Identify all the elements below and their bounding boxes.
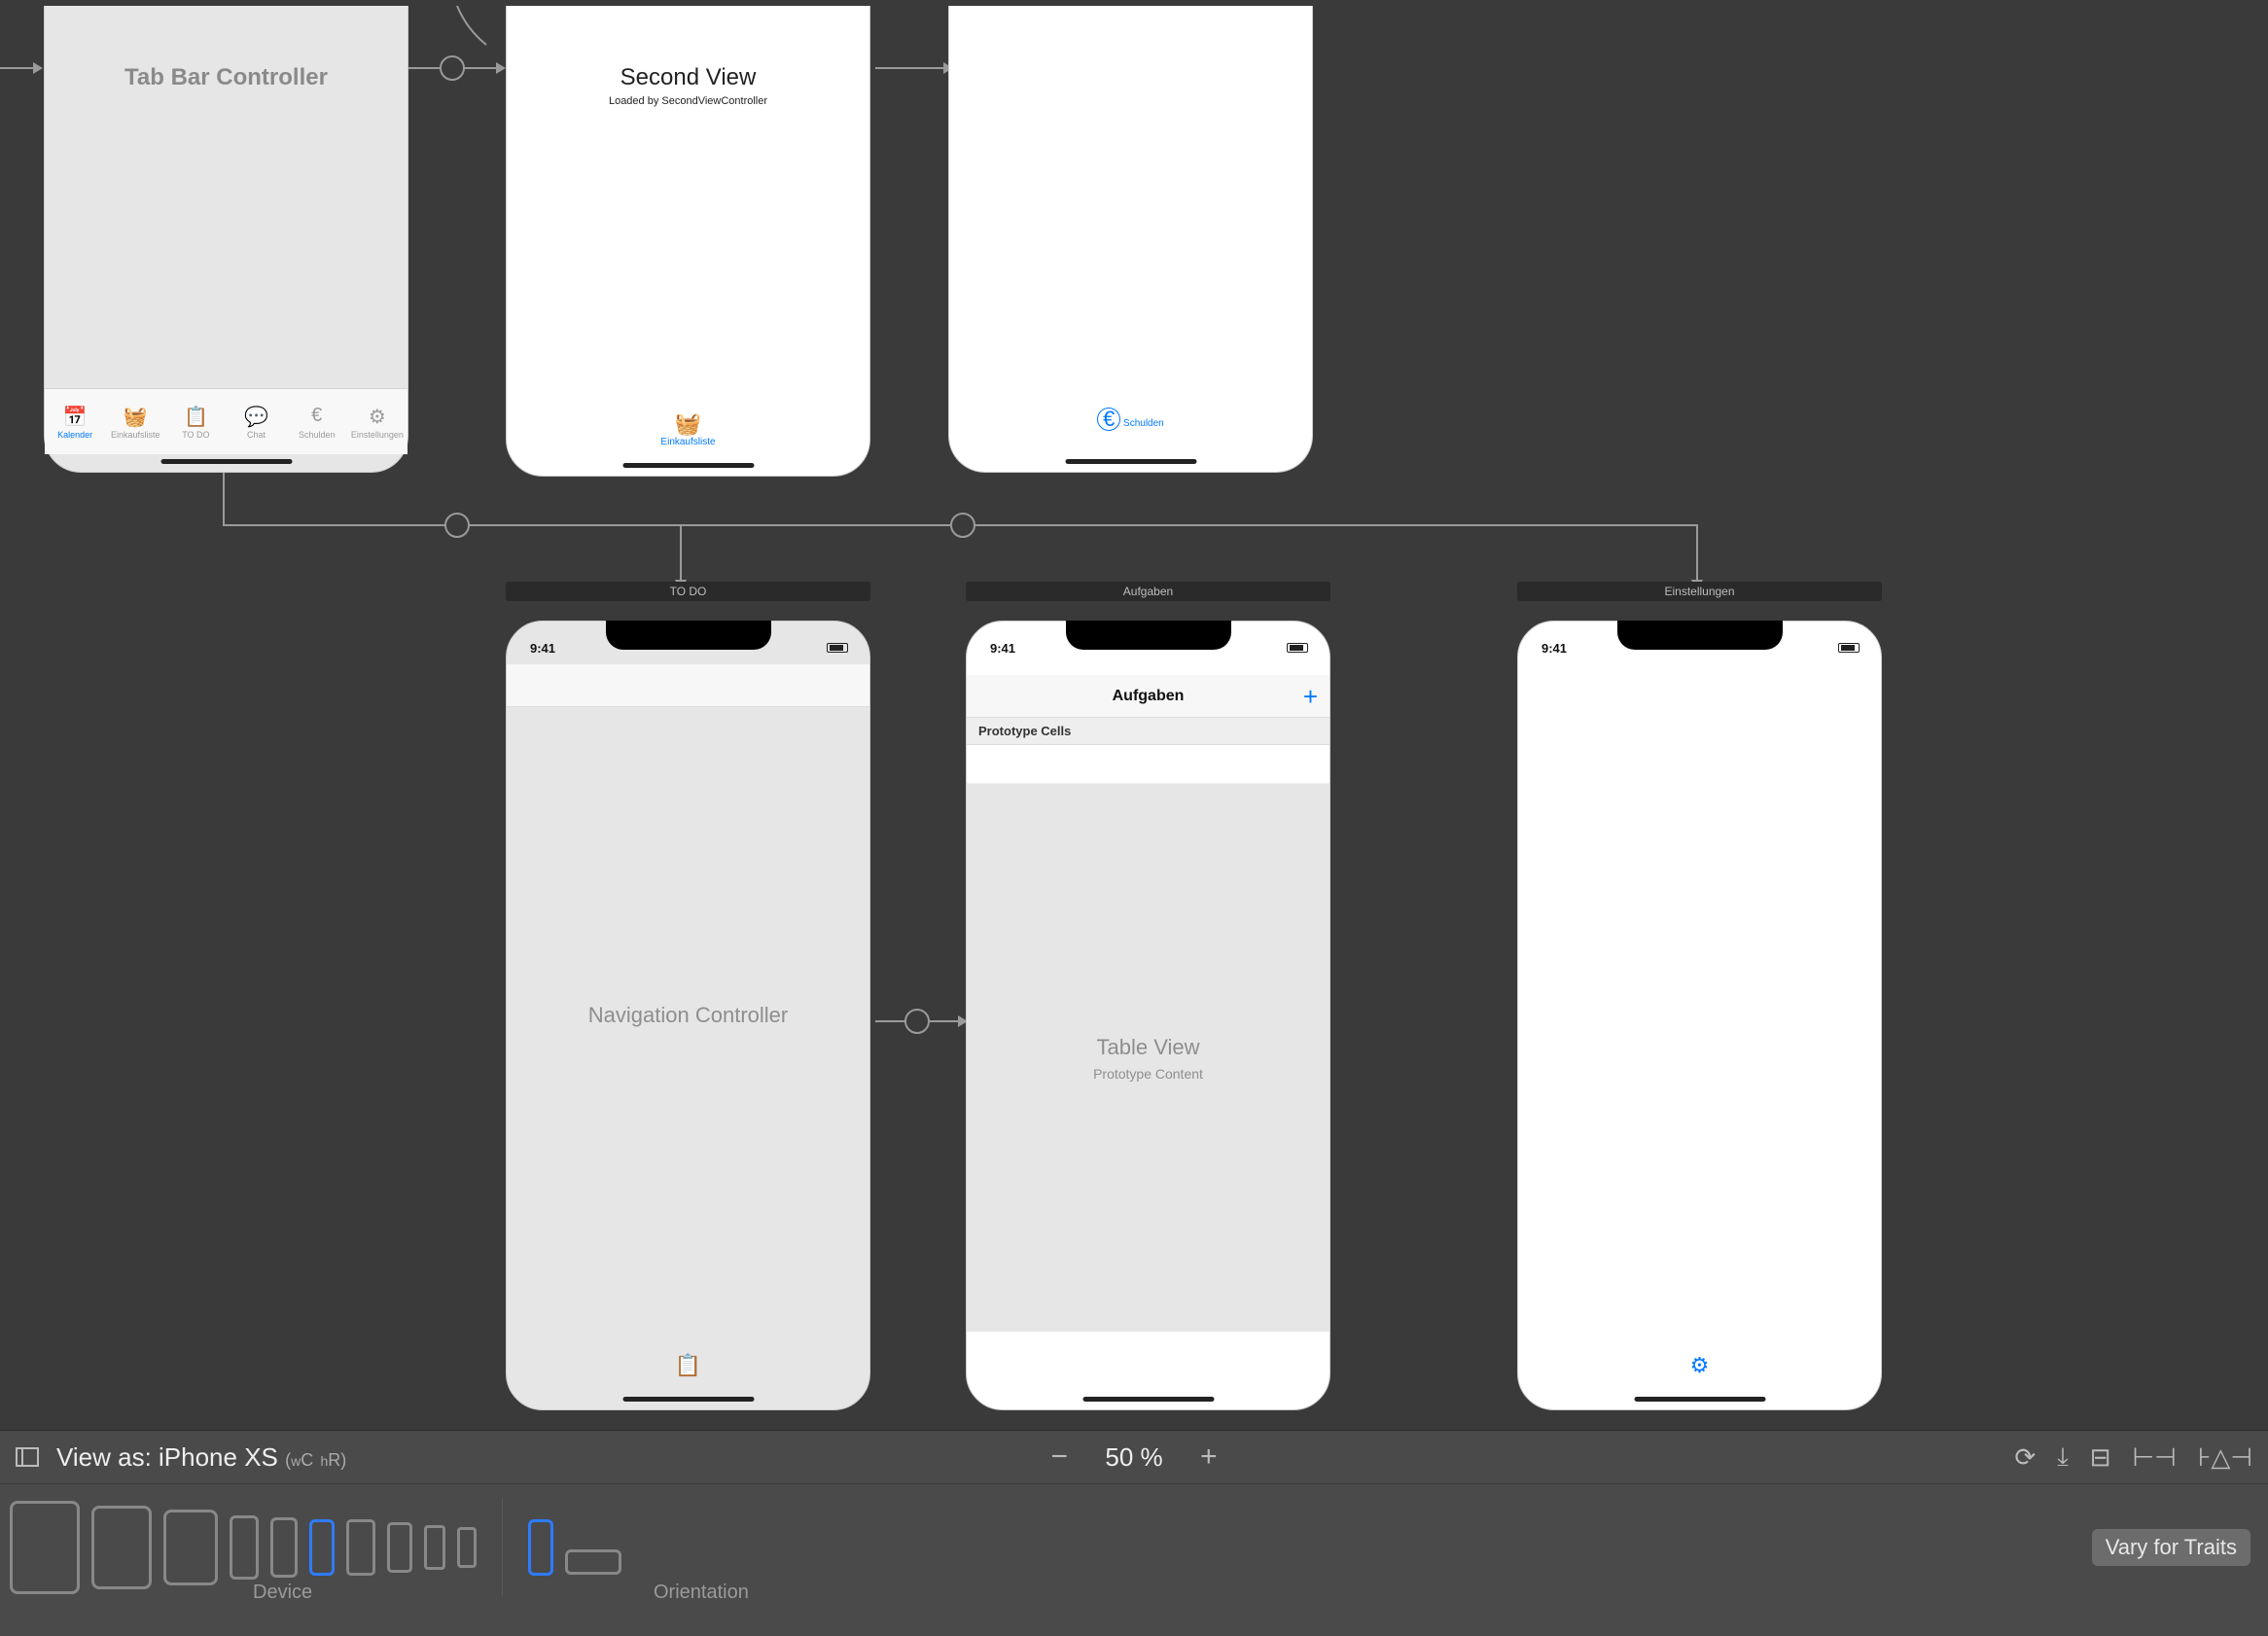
basket-icon: 🧺: [507, 411, 869, 437]
trait-bar: View as: iPhone XS (wC hR) − 50 % + ⟳ ⤓ …: [0, 1430, 2268, 1636]
status-time: 9:41: [530, 641, 555, 656]
battery-icon: [1287, 643, 1308, 653]
tab-einkaufsliste[interactable]: 🧺 Einkaufsliste: [507, 411, 869, 460]
storyboard-canvas[interactable]: Tab Bar Controller 📅 Kalender 🧺 Einkaufs…: [0, 0, 2268, 1430]
tab-todo[interactable]: 📋 TO DO: [167, 405, 224, 440]
basket-icon: 🧺: [107, 405, 163, 428]
tab-kalender[interactable]: 📅 Kalender: [47, 405, 103, 440]
refresh-preview-icon[interactable]: ⟳: [2014, 1442, 2036, 1473]
second-view-title: Second View: [507, 64, 869, 91]
tab-label: Schulden: [1123, 418, 1164, 429]
device-ipad-pro-12[interactable]: [10, 1501, 80, 1594]
tableview-label: Table View Prototype Content: [967, 1035, 1329, 1082]
device-iphone-se[interactable]: [424, 1525, 445, 1570]
tab-label: TO DO: [167, 430, 224, 440]
document-outline-toggle[interactable]: [16, 1447, 39, 1467]
scene-secondview[interactable]: Second View Loaded by SecondViewControll…: [506, 6, 870, 477]
device-iphone-8-plus[interactable]: [346, 1519, 375, 1576]
nav-bar: Aufgaben +: [967, 675, 1329, 718]
notch: [1617, 621, 1783, 650]
device-ipad[interactable]: [163, 1510, 218, 1585]
device-iphone-8[interactable]: [387, 1522, 412, 1573]
controller-label: Navigation Controller: [507, 1003, 869, 1028]
table-body: Table View Prototype Content: [967, 784, 1329, 1332]
nav-title: Aufgaben: [1113, 688, 1185, 704]
tab-chat[interactable]: 💬 Chat: [229, 405, 285, 440]
table-footer: [967, 1332, 1329, 1370]
trait-bar-row1: View as: iPhone XS (wC hR) − 50 % + ⟳ ⤓ …: [0, 1431, 2268, 1483]
nav-bar-empty: [507, 664, 869, 707]
separator: [502, 1499, 503, 1596]
view-as-label[interactable]: View as: iPhone XS (wC hR): [56, 1442, 346, 1473]
home-indicator: [622, 463, 754, 468]
tab-schulden[interactable]: € Schulden: [289, 405, 345, 440]
tab-todo[interactable]: 📋: [507, 1353, 869, 1402]
tab-einstellungen[interactable]: ⚙︎: [1518, 1353, 1881, 1402]
zoom-out-button[interactable]: −: [1050, 1440, 1068, 1474]
tab-einstellungen[interactable]: ⚙︎ Einstellungen: [349, 405, 406, 440]
device-caption: Device: [253, 1582, 312, 1604]
device-iphone-4s[interactable]: [457, 1527, 477, 1568]
euro-icon: €: [1097, 408, 1120, 431]
device-ipad-pro-11[interactable]: [91, 1506, 152, 1589]
vary-for-traits-button[interactable]: Vary for Traits: [2092, 1529, 2250, 1566]
tab-label: Kalender: [47, 430, 103, 440]
calendar-icon: 📅: [47, 405, 103, 428]
orientation-landscape[interactable]: [565, 1549, 621, 1575]
battery-icon: [827, 643, 848, 653]
scene-header-todo[interactable]: TO DO: [506, 582, 870, 601]
clipboard-icon: 📋: [167, 405, 224, 428]
tab-label: Einstellungen: [349, 430, 406, 440]
scene-header-aufgaben[interactable]: Aufgaben: [966, 582, 1330, 601]
tab-einkaufsliste[interactable]: 🧺 Einkaufsliste: [107, 405, 163, 440]
embed-in-icon[interactable]: ⤓: [2057, 1441, 2069, 1473]
pin-constraints-icon[interactable]: ⊢⊣: [2133, 1442, 2177, 1473]
gear-icon: ⚙︎: [349, 405, 406, 428]
euro-icon: €: [289, 405, 345, 428]
orientation-portrait[interactable]: [528, 1519, 553, 1576]
status-time: 9:41: [990, 641, 1015, 656]
scene-aufgaben[interactable]: 9:41 Aufgaben + Prototype Cells Table Vi…: [966, 621, 1330, 1410]
clipboard-icon: 📋: [507, 1353, 869, 1378]
tab-label: Chat: [229, 430, 285, 440]
zoom-value[interactable]: 50 %: [1095, 1442, 1173, 1473]
notch: [606, 621, 771, 650]
tab-schulden[interactable]: € Schulden: [949, 408, 1312, 456]
home-indicator: [1065, 459, 1196, 464]
home-indicator: [160, 459, 292, 464]
device-iphone-xs-max[interactable]: [230, 1515, 259, 1580]
device-picker-row: Device Orientation Vary for Traits: [0, 1483, 2268, 1610]
scene-navigationcontroller[interactable]: 9:41 Navigation Controller 📋: [506, 621, 870, 1410]
scene-tabbarcontroller[interactable]: Tab Bar Controller 📅 Kalender 🧺 Einkaufs…: [44, 6, 408, 473]
home-indicator: [622, 1397, 754, 1402]
prototype-cells-header: Prototype Cells: [967, 718, 1329, 745]
add-button[interactable]: +: [1303, 675, 1318, 718]
orientation-caption: Orientation: [654, 1582, 749, 1604]
battery-icon: [1838, 643, 1860, 653]
prototype-cell[interactable]: [967, 745, 1329, 784]
tab-label: Einkaufsliste: [107, 430, 163, 440]
tab-label: Einkaufsliste: [660, 437, 715, 447]
second-view-subtitle: Loaded by SecondViewController: [507, 95, 869, 107]
scene-title: Tab Bar Controller: [45, 64, 408, 91]
resolve-constraints-icon[interactable]: ⊦△⊣: [2198, 1442, 2252, 1473]
device-iphone-xr[interactable]: [270, 1517, 298, 1578]
tab-label: Schulden: [289, 430, 345, 440]
home-indicator: [1634, 1397, 1765, 1402]
gear-icon: ⚙︎: [1518, 1353, 1881, 1378]
home-indicator: [1082, 1397, 1214, 1402]
align-icon[interactable]: ⊟: [2090, 1442, 2111, 1473]
scene-header-einstellungen[interactable]: Einstellungen: [1517, 582, 1882, 601]
notch: [1066, 621, 1231, 650]
status-time: 9:41: [1542, 641, 1567, 656]
zoom-in-button[interactable]: +: [1200, 1440, 1218, 1474]
scene-einstellungen[interactable]: 9:41 ⚙︎: [1517, 621, 1882, 1410]
scene-schulden[interactable]: € Schulden: [948, 6, 1313, 473]
chat-icon: 💬: [229, 405, 285, 428]
tab-bar: 📅 Kalender 🧺 Einkaufsliste 📋 TO DO 💬 Cha…: [45, 388, 408, 454]
device-iphone-xs[interactable]: [309, 1519, 335, 1576]
